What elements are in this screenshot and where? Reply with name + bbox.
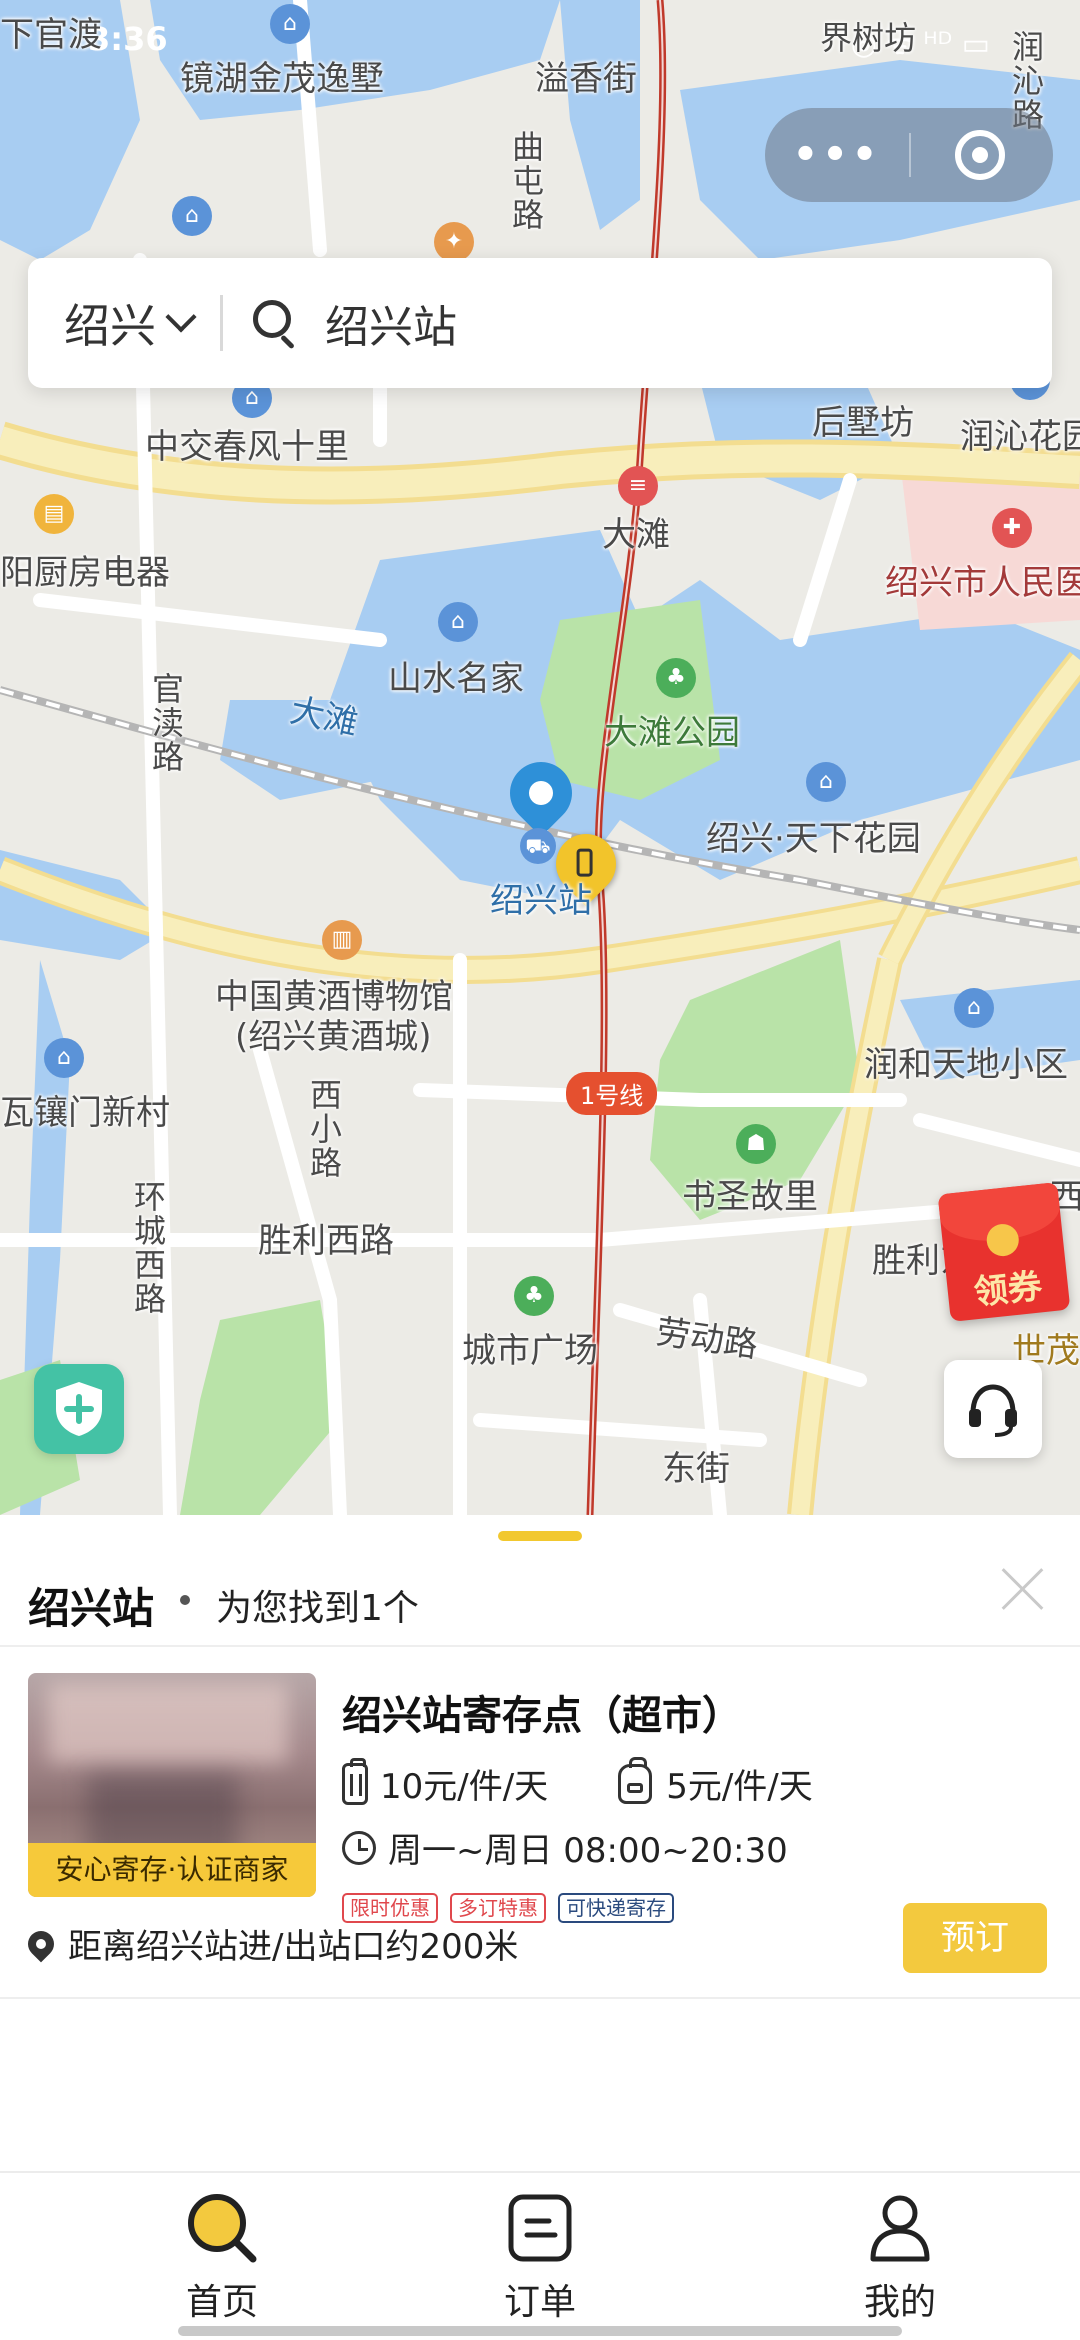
certified-tag: 安心寄存·认证商家 bbox=[28, 1843, 316, 1897]
map-label: 大滩 bbox=[602, 515, 670, 555]
store-name: 绍兴站寄存点（超市） bbox=[342, 1693, 742, 1739]
hours-row: 周一~周日 08:00~20:30 bbox=[342, 1823, 788, 1872]
tab-home[interactable]: 首页 bbox=[122, 2191, 322, 2325]
results-header: 绍兴站 为您找到1个 bbox=[0, 1555, 1080, 1645]
map-label: 界树坊 bbox=[820, 19, 917, 57]
price-luggage: 10元/件/天 bbox=[380, 1767, 549, 1807]
results-sheet: 绍兴站 为您找到1个 安心寄存·认证商家 绍兴站寄存点（超市） 10元/件/天 … bbox=[0, 1515, 1080, 2171]
miniprogram-capsule[interactable]: ••• bbox=[765, 108, 1053, 202]
map-label: (绍兴黄酒城) bbox=[235, 1017, 432, 1057]
residential-icon: ⌂ bbox=[438, 602, 478, 642]
luggage-icon bbox=[342, 1757, 368, 1805]
school-icon: ✦ bbox=[434, 222, 474, 262]
result-card[interactable]: 安心寄存·认证商家 绍兴站寄存点（超市） 10元/件/天 5元/件/天 周一~周… bbox=[0, 1647, 1080, 1997]
search-input[interactable]: 绍兴站 bbox=[325, 291, 457, 355]
map-label: 镜湖金茂逸墅 bbox=[180, 59, 384, 99]
search-icon bbox=[251, 298, 301, 350]
tab-home-label: 首页 bbox=[185, 2282, 258, 2323]
coupon-label: 领券 bbox=[972, 1266, 1044, 1314]
map-view[interactable]: 3:36 ◎ ᯤ ᴴᴰ ▭ 下官渡 ⌂ 镜湖金茂逸墅 溢香街 曲屯路 润沁路 界… bbox=[0, 0, 1080, 1515]
metro-station-icon: ≡ bbox=[618, 466, 658, 506]
insurance-button[interactable] bbox=[34, 1364, 124, 1454]
home-indicator bbox=[178, 2326, 902, 2336]
sheet-drag-handle[interactable] bbox=[498, 1531, 582, 1541]
results-count: 为您找到1个 bbox=[216, 1588, 419, 1629]
capsule-divider bbox=[909, 133, 911, 177]
results-title: 绍兴站 bbox=[28, 1584, 155, 1633]
tab-profile[interactable]: 我的 bbox=[800, 2191, 1000, 2325]
residential-icon: ⌂ bbox=[806, 762, 846, 802]
map-label: 书圣故里 bbox=[682, 1177, 818, 1217]
map-label: 润和天地小区 bbox=[864, 1045, 1068, 1085]
map-label: 官渎路 bbox=[147, 672, 185, 774]
shop-icon: ▤ bbox=[34, 494, 74, 534]
map-label: 中交春风十里 bbox=[145, 427, 349, 467]
map-label: 润沁花园 bbox=[960, 417, 1080, 457]
price-row: 10元/件/天 5元/件/天 bbox=[342, 1756, 813, 1808]
tab-profile-label: 我的 bbox=[863, 2282, 936, 2323]
city-label: 绍兴 bbox=[64, 299, 156, 353]
store-photo: 安心寄存·认证商家 bbox=[28, 1673, 316, 1897]
residential-icon: ⌂ bbox=[172, 196, 212, 236]
opening-hours: 周一~周日 08:00~20:30 bbox=[388, 1831, 788, 1871]
map-label: 溢香街 bbox=[535, 59, 637, 99]
museum-icon: ▥ bbox=[322, 920, 362, 960]
map-label: 城市广场 bbox=[462, 1331, 598, 1371]
map-label: 中国黄酒博物馆 bbox=[215, 977, 453, 1017]
map-label: 瓦镶门新村 bbox=[0, 1093, 170, 1133]
park-icon: ♣ bbox=[514, 1276, 554, 1316]
rail-station-icon: ⛟ bbox=[520, 828, 556, 864]
city-selector[interactable]: 绍兴 bbox=[28, 290, 197, 356]
map-label: 山水名家 bbox=[388, 659, 524, 699]
map-label: 环城西路 bbox=[129, 1180, 167, 1316]
headset-icon bbox=[969, 1384, 1017, 1437]
divider bbox=[0, 1997, 1080, 1999]
map-label: 绍兴站 bbox=[490, 881, 592, 921]
home-search-icon bbox=[188, 2194, 257, 2263]
landmark-icon: ☗ bbox=[736, 1124, 776, 1164]
map-label: 绍兴·天下花园 bbox=[706, 819, 921, 859]
map-label: 后墅坊 bbox=[812, 403, 914, 443]
profile-icon bbox=[870, 2195, 930, 2262]
target-icon[interactable] bbox=[955, 130, 1005, 180]
close-icon[interactable] bbox=[1000, 1565, 1046, 1611]
more-button[interactable]: ••• bbox=[765, 132, 909, 178]
coupon-button[interactable]: 领券 bbox=[937, 1182, 1071, 1322]
map-label: 西小路 bbox=[305, 1078, 343, 1180]
park-icon: ♣ bbox=[656, 658, 696, 698]
chevron-down-icon bbox=[165, 301, 197, 333]
map-label: 下官渡 bbox=[0, 15, 102, 55]
residential-icon: ⌂ bbox=[270, 4, 310, 44]
map-label: 曲屯路 bbox=[507, 130, 545, 232]
distance-text: 距离绍兴站进/出站口约200米 bbox=[68, 1927, 519, 1967]
backpack-icon bbox=[618, 1756, 653, 1804]
separator-dot bbox=[180, 1595, 190, 1605]
residential-icon: ⌂ bbox=[44, 1038, 84, 1078]
tab-orders-label: 订单 bbox=[503, 2282, 576, 2323]
price-bag: 5元/件/天 bbox=[666, 1767, 813, 1807]
hospital-icon: ✚ bbox=[992, 508, 1032, 548]
search-divider bbox=[220, 295, 223, 351]
tab-bar: 首页 订单 我的 bbox=[0, 2171, 1080, 2340]
map-label: 东街 bbox=[662, 1449, 730, 1489]
map-label: 胜利西路 bbox=[258, 1221, 394, 1261]
search-bar: 绍兴 绍兴站 bbox=[28, 258, 1052, 388]
book-button[interactable]: 预订 bbox=[903, 1903, 1047, 1973]
map-label: 阳厨房电器 bbox=[0, 553, 170, 593]
shield-icon bbox=[56, 1382, 102, 1436]
distance-row: 距离绍兴站进/出站口约200米 bbox=[22, 1919, 519, 1968]
metro-line-badge: 1号线 bbox=[566, 1072, 658, 1115]
order-icon bbox=[508, 2194, 572, 2262]
map-label: 大滩公园 bbox=[604, 713, 740, 753]
residential-icon: ⌂ bbox=[954, 988, 994, 1028]
location-icon bbox=[22, 1925, 60, 1962]
customer-service-button[interactable] bbox=[944, 1360, 1042, 1458]
tab-orders[interactable]: 订单 bbox=[440, 2191, 640, 2325]
map-label: 绍兴市人民医院 bbox=[885, 563, 1080, 603]
clock-icon bbox=[342, 1830, 376, 1865]
badge-express: 可快递寄存 bbox=[558, 1893, 674, 1923]
